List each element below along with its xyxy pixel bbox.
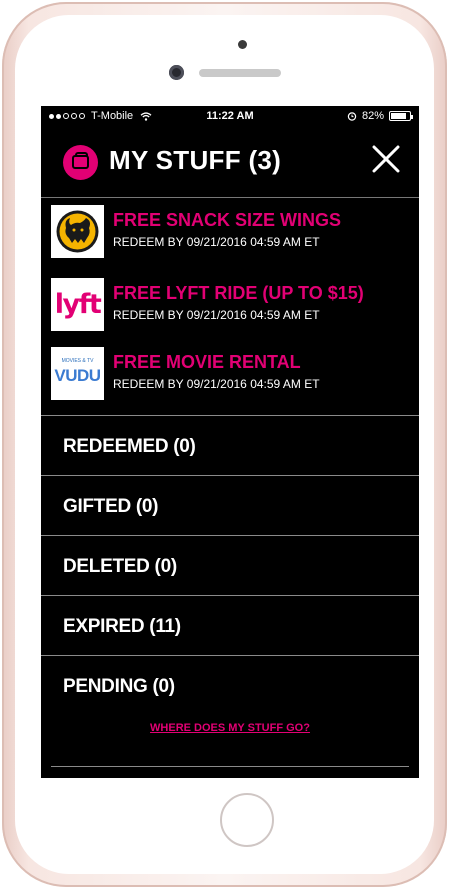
offer-title: FREE SNACK SIZE WINGS [113, 210, 342, 230]
offer-item-wings[interactable]: FREE SNACK SIZE WINGS REDEEM BY 09/21/20… [41, 200, 419, 260]
offer-redeem-date: REDEEM BY 09/21/2016 04:59 AM ET [113, 377, 320, 391]
offer-item-vudu[interactable]: MOVIES & TV VUDU FREE MOVIE RENTAL REDEE… [41, 342, 419, 402]
menu-item-gifted[interactable]: GIFTED (0) [41, 475, 419, 535]
status-right: 82% [347, 110, 413, 122]
vudu-logo-text: VUDU [54, 366, 101, 385]
offer-title: FREE MOVIE RENTAL [113, 352, 301, 372]
battery-tip [411, 115, 413, 119]
wallet-icon [63, 145, 98, 180]
battery-icon [389, 111, 413, 121]
offer-title: FREE LYFT RIDE (UP TO $15) [113, 283, 364, 303]
menu-item-label: REDEEMED (0) [63, 436, 196, 457]
vudu-logo: MOVIES & TV VUDU [51, 347, 104, 400]
offer-redeem-date: REDEEM BY 09/21/2016 04:59 AM ET [113, 308, 320, 322]
close-icon[interactable] [371, 144, 401, 174]
buffalo-wild-wings-logo-graphic [56, 210, 99, 253]
vudu-logo-small-text: MOVIES & TV [61, 358, 94, 364]
header: MY STUFF (3) [41, 134, 419, 192]
wallet-body [72, 155, 89, 169]
offer-item-lyft[interactable]: lyft FREE LYFT RIDE (UP TO $15) REDEEM B… [41, 273, 419, 333]
offer-redeem-date: REDEEM BY 09/21/2016 04:59 AM ET [113, 235, 320, 249]
app-screen: T-Mobile 11:22 AM 82% MY STUFF (3) FREE … [41, 106, 419, 778]
lyft-logo: lyft [51, 278, 104, 331]
battery-fill [391, 113, 406, 119]
buffalo-wild-wings-logo [51, 205, 104, 258]
page-title: MY STUFF (3) [109, 145, 282, 175]
battery-percent: 82% [361, 110, 384, 122]
menu-item-label: DELETED (0) [63, 556, 177, 577]
earpiece [199, 69, 281, 77]
divider [41, 197, 419, 198]
front-camera [169, 65, 184, 80]
front-sensor [238, 40, 247, 49]
menu-item-redeemed[interactable]: REDEEMED (0) [41, 415, 419, 475]
divider [51, 766, 409, 767]
menu-item-label: GIFTED (0) [63, 496, 159, 517]
status-bar: T-Mobile 11:22 AM 82% [41, 106, 419, 126]
lyft-logo-text: lyft [54, 289, 102, 320]
help-link[interactable]: WHERE DOES MY STUFF GO? [41, 722, 419, 734]
alarm-icon [347, 112, 357, 121]
home-button[interactable] [220, 793, 274, 847]
menu-item-deleted[interactable]: DELETED (0) [41, 535, 419, 595]
menu-item-label: PENDING (0) [63, 676, 175, 697]
menu-item-label: EXPIRED (11) [63, 616, 181, 637]
menu-item-pending[interactable]: PENDING (0) [41, 655, 419, 715]
menu-item-expired[interactable]: EXPIRED (11) [41, 595, 419, 655]
